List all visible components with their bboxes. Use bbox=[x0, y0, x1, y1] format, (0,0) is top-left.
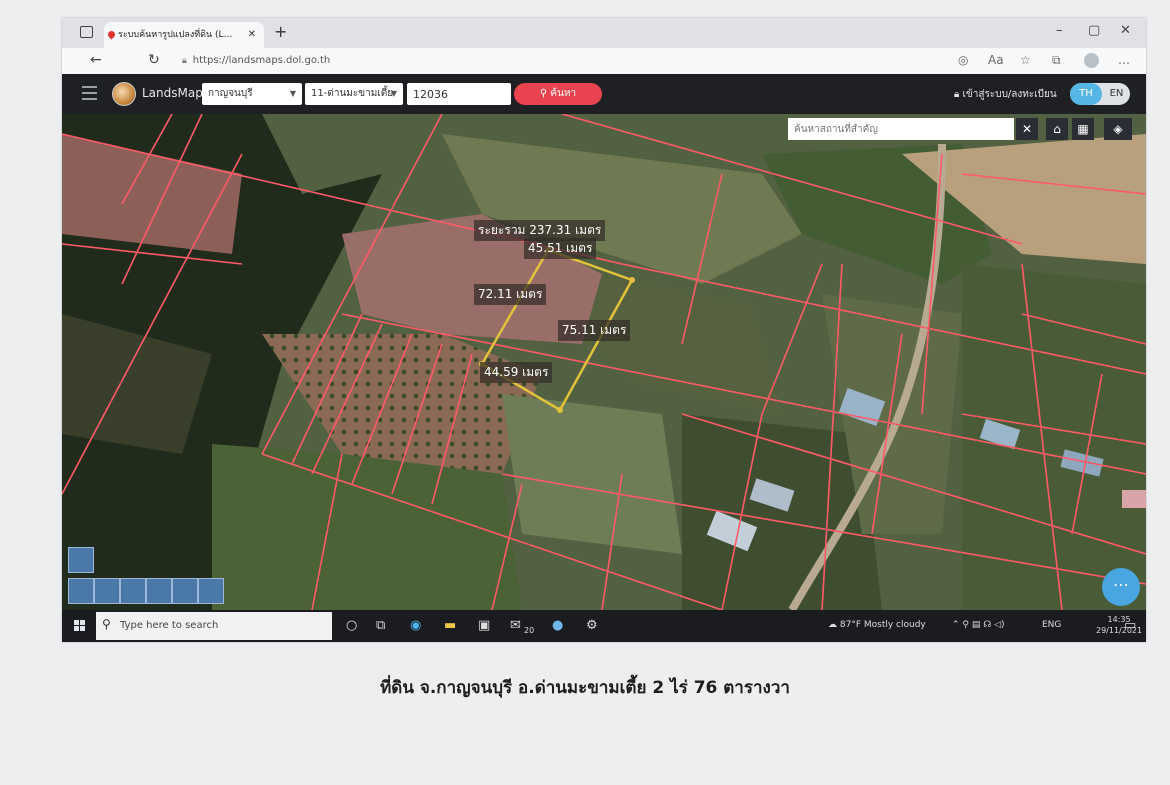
browser-app-icon[interactable]: ● bbox=[552, 618, 563, 633]
line-tool-icon[interactable] bbox=[120, 578, 146, 604]
monitor-screen: ระบบค้นหารูปแปลงที่ดิน (LandsMap ✕ + – ▢… bbox=[62, 18, 1146, 642]
search-button-label: ค้นหา bbox=[550, 88, 577, 99]
province-select[interactable]: กาญจนบุรี ▼ bbox=[202, 83, 302, 105]
scissors-tool-icon[interactable] bbox=[68, 578, 94, 604]
url-field[interactable]: 🔒︎ https://landsmaps.dol.go.th bbox=[182, 52, 582, 70]
profile-avatar[interactable] bbox=[1084, 53, 1099, 68]
menu-icon[interactable] bbox=[82, 86, 97, 101]
parcel-number-input[interactable] bbox=[407, 83, 511, 105]
restore-icon[interactable]: ▢ bbox=[1088, 23, 1100, 38]
grid-icon[interactable]: ▦ bbox=[1072, 118, 1094, 140]
windows-start-icon[interactable] bbox=[74, 620, 86, 632]
satellite-map[interactable]: ระยะรวม 237.31 เมตร 45.51 เมตร 72.11 เมต… bbox=[62, 114, 1146, 610]
map-imagery bbox=[62, 114, 1146, 610]
weather-widget[interactable]: ☁ 87°F Mostly cloudy bbox=[828, 620, 926, 630]
login-link[interactable]: 🔒︎ เข้าสู่ระบบ/ลงทะเบียน bbox=[954, 87, 1057, 102]
more-icon[interactable]: … bbox=[1118, 53, 1130, 67]
lang-en-option[interactable]: EN bbox=[1103, 83, 1130, 105]
taskbar-search-placeholder: Type here to search bbox=[120, 620, 219, 631]
province-value: กาญจนบุรี bbox=[208, 88, 253, 99]
tab-title: ระบบค้นหารูปแปลงที่ดิน (LandsMap bbox=[118, 30, 236, 40]
browser-tab[interactable]: ระบบค้นหารูปแปลงที่ดิน (LandsMap ✕ bbox=[104, 22, 264, 48]
lock-icon: 🔒︎ bbox=[182, 56, 187, 66]
side-bottom-label: 44.59 เมตร bbox=[480, 362, 553, 383]
edge-icon[interactable]: ◉ bbox=[410, 618, 421, 633]
side-top-label: 45.51 เมตร bbox=[524, 238, 597, 259]
search-icon: ⚲ bbox=[539, 88, 548, 99]
place-search-input[interactable] bbox=[788, 118, 1014, 140]
new-tab-icon[interactable]: + bbox=[274, 22, 287, 41]
polygon-tool-icon[interactable] bbox=[146, 578, 172, 604]
system-tray-icons[interactable]: ⌃ ⚲ ▤ ☊ ◁) bbox=[952, 620, 1005, 630]
chevron-down-icon: ▼ bbox=[289, 89, 296, 98]
weather-text: 87°F Mostly cloudy bbox=[839, 620, 926, 630]
favorites-icon[interactable]: ☆ bbox=[1020, 53, 1031, 67]
notifications-icon[interactable]: ▭ bbox=[1124, 618, 1136, 633]
read-aloud-icon[interactable]: Aa bbox=[988, 53, 1004, 67]
login-label: เข้าสู่ระบบ/ลงทะเบียน bbox=[962, 89, 1057, 100]
windows-taskbar: ⚲ Type here to search ○ ⧉ ◉ ▬ ▣ ✉ 20 ● ⚙… bbox=[62, 610, 1146, 642]
district-select[interactable]: 11-ด่านมะขามเตี้ย ▼ bbox=[305, 83, 403, 105]
brand-name: LandsMaps bbox=[142, 86, 210, 100]
landsmaps-logo bbox=[112, 82, 136, 106]
browser-address-bar: ← ↻ 🔒︎ https://landsmaps.dol.go.th ◎ Aa ☆… bbox=[62, 48, 1146, 74]
file-explorer-icon[interactable]: ▬ bbox=[444, 618, 456, 633]
home-icon[interactable]: ⌂ bbox=[1046, 118, 1068, 140]
layers-icon[interactable]: ◈ bbox=[1104, 118, 1132, 140]
marker-tool-icon[interactable] bbox=[94, 578, 120, 604]
search-button[interactable]: ⚲ ค้นหา bbox=[514, 83, 602, 105]
settings-gear-icon[interactable]: ⚙ bbox=[586, 618, 598, 633]
lang-th-option[interactable]: TH bbox=[1070, 83, 1102, 105]
district-value: 11-ด่านมะขามเตี้ย bbox=[311, 88, 394, 99]
input-language[interactable]: ENG bbox=[1042, 620, 1061, 630]
eraser-tool-icon[interactable] bbox=[68, 547, 94, 573]
close-window-icon[interactable]: ✕ bbox=[1120, 23, 1131, 38]
map-pin-icon bbox=[106, 29, 117, 40]
circle-tool-icon[interactable] bbox=[198, 578, 224, 604]
mail-badge: 20 bbox=[524, 626, 535, 635]
side-left-label: 72.11 เมตร bbox=[474, 284, 547, 305]
location-icon[interactable]: ◎ bbox=[958, 53, 968, 67]
language-switch[interactable]: TH EN bbox=[1070, 83, 1130, 105]
collections-icon[interactable]: ⧉ bbox=[1052, 53, 1061, 68]
back-icon[interactable]: ← bbox=[90, 52, 102, 68]
lock-icon: 🔒︎ bbox=[954, 89, 960, 100]
close-tab-icon[interactable]: ✕ bbox=[248, 22, 256, 48]
url-text: https://landsmaps.dol.go.th bbox=[192, 55, 331, 66]
chevron-down-icon: ▼ bbox=[390, 89, 397, 98]
minimize-icon[interactable]: – bbox=[1056, 23, 1063, 38]
cortana-icon[interactable]: ○ bbox=[346, 618, 357, 633]
cloud-icon: ☁ bbox=[828, 620, 837, 630]
task-view-icon[interactable]: ⧉ bbox=[376, 618, 385, 633]
tab-actions-icon[interactable] bbox=[80, 26, 93, 38]
mail-icon[interactable]: ✉ bbox=[510, 618, 521, 633]
landsmaps-header: LandsMaps กาญจนบุรี ▼ 11-ด่านมะขามเตี้ย … bbox=[62, 74, 1146, 114]
refresh-icon[interactable]: ↻ bbox=[148, 52, 160, 68]
browser-tab-bar: ระบบค้นหารูปแปลงที่ดิน (LandsMap ✕ + – ▢… bbox=[62, 18, 1146, 48]
clear-search-icon[interactable]: ✕ bbox=[1016, 118, 1038, 140]
store-icon[interactable]: ▣ bbox=[478, 618, 490, 633]
side-right-label: 75.11 เมตร bbox=[558, 320, 631, 341]
rectangle-tool-icon[interactable] bbox=[172, 578, 198, 604]
search-icon: ⚲ bbox=[102, 617, 111, 631]
listing-caption: ที่ดิน จ.กาญจนบุรี อ.ด่านมะขามเตี้ย 2 ไร… bbox=[380, 678, 790, 698]
more-options-button[interactable]: ⋯ bbox=[1102, 568, 1140, 606]
taskbar-search-box[interactable]: ⚲ Type here to search bbox=[96, 612, 332, 640]
